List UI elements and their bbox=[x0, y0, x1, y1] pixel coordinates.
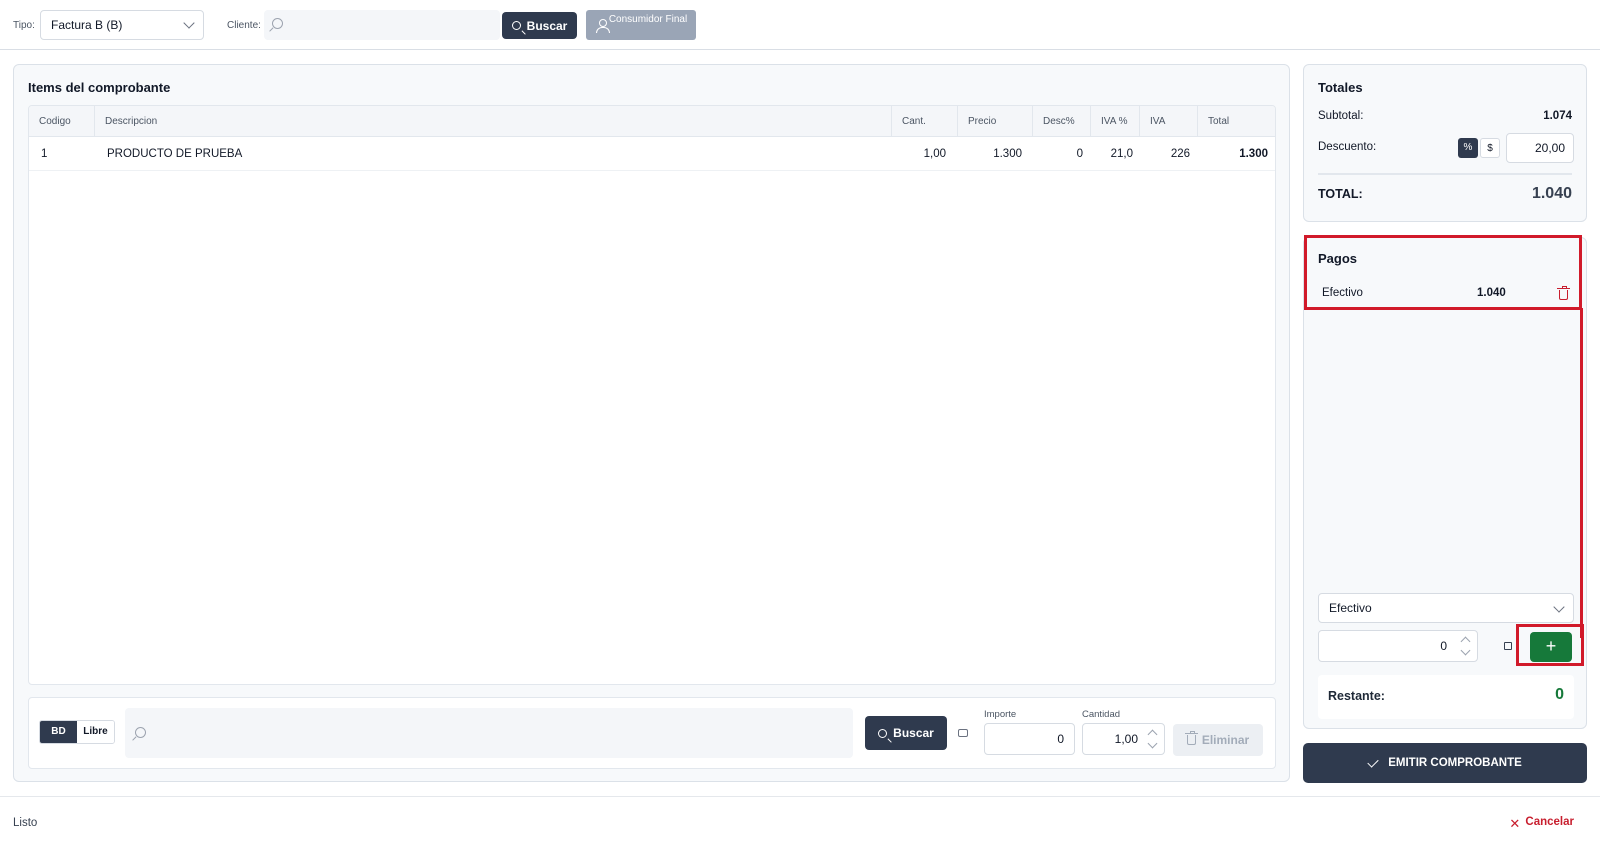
descuento-mode-toggle[interactable]: % $ bbox=[1458, 138, 1500, 158]
cell-descripcion: PRODUCTO DE PRUEBA bbox=[107, 148, 243, 160]
monto-pago-value: 0 bbox=[1440, 639, 1447, 653]
descuento-label: Descuento: bbox=[1318, 141, 1377, 153]
product-search-input[interactable] bbox=[125, 708, 853, 758]
scan-icon[interactable] bbox=[958, 729, 968, 737]
emitir-comprobante-button[interactable]: EMITIR COMPROBANTE bbox=[1303, 743, 1587, 783]
monto-pago-stepper[interactable]: 0 bbox=[1318, 630, 1478, 662]
col-iva-pct[interactable]: IVA % bbox=[1091, 106, 1140, 137]
items-title: Items del comprobante bbox=[28, 80, 171, 95]
importe-input[interactable]: 0 bbox=[984, 723, 1075, 755]
highlight-box-pagos bbox=[1304, 235, 1582, 310]
search-icon bbox=[135, 727, 146, 738]
user-icon bbox=[596, 19, 610, 33]
consumidor-final-button[interactable]: Consumidor Final bbox=[586, 10, 696, 40]
total-row: TOTAL: 1.040 bbox=[1318, 185, 1572, 202]
table-row[interactable]: 1 PRODUCTO DE PRUEBA 1,00 1.300 0 21,0 2… bbox=[29, 137, 1275, 171]
restante-value: 0 bbox=[1555, 686, 1564, 703]
subtotal-value: 1.074 bbox=[1543, 110, 1572, 122]
descuento-input[interactable]: 20,00 bbox=[1506, 133, 1574, 163]
items-table: Codigo Descripcion Cant. Precio Desc% IV… bbox=[28, 105, 1276, 685]
cell-iva-pct: 21,0 bbox=[1110, 148, 1133, 160]
col-total[interactable]: Total bbox=[1198, 106, 1275, 137]
items-panel: Items del comprobante Codigo Descripcion… bbox=[13, 64, 1290, 782]
source-toggle[interactable]: BD Libre bbox=[39, 720, 115, 744]
tipo-select[interactable]: Factura B (B) bbox=[40, 10, 204, 40]
cell-total: 1.300 bbox=[1239, 148, 1268, 160]
tipo-select-value: Factura B (B) bbox=[51, 18, 123, 32]
cancelar-label: Cancelar bbox=[1525, 816, 1574, 828]
source-bd-option[interactable]: BD bbox=[40, 721, 77, 743]
cantidad-label: Cantidad bbox=[1082, 709, 1121, 720]
restante-label: Restante: bbox=[1328, 689, 1385, 703]
restante-row: Restante: 0 bbox=[1318, 675, 1574, 719]
status-bar: Listo ✕ Cancelar bbox=[0, 796, 1600, 846]
cell-desc: 0 bbox=[1076, 148, 1083, 160]
descuento-percent-option[interactable]: % bbox=[1458, 138, 1478, 158]
cantidad-value: 1,00 bbox=[1114, 732, 1138, 746]
metodo-pago-value: Efectivo bbox=[1329, 601, 1372, 615]
pagos-panel: Pagos Efectivo 1.040 Efectivo 0 + Restan… bbox=[1303, 235, 1587, 729]
emitir-label: EMITIR COMPROBANTE bbox=[1388, 757, 1522, 769]
product-buscar-label: Buscar bbox=[893, 726, 934, 740]
cliente-buscar-button[interactable]: Buscar bbox=[502, 12, 577, 39]
top-bar: Tipo: Factura B (B) Cliente: Buscar Cons… bbox=[0, 0, 1600, 50]
col-cant[interactable]: Cant. bbox=[892, 106, 958, 137]
col-precio[interactable]: Precio bbox=[958, 106, 1033, 137]
search-icon bbox=[511, 21, 521, 30]
importe-label: Importe bbox=[984, 709, 1017, 720]
product-buscar-button[interactable]: Buscar bbox=[865, 716, 947, 750]
cliente-search-input[interactable] bbox=[264, 10, 500, 40]
highlight-box-add bbox=[1516, 624, 1584, 666]
cell-iva: 226 bbox=[1170, 148, 1190, 160]
totales-title: Totales bbox=[1318, 80, 1363, 95]
subtotal-label: Subtotal: bbox=[1318, 110, 1364, 122]
chevron-down-icon[interactable] bbox=[1460, 645, 1471, 656]
metodo-pago-select[interactable]: Efectivo bbox=[1318, 593, 1574, 623]
chevron-down-icon bbox=[183, 17, 195, 29]
tipo-label: Tipo: bbox=[13, 20, 35, 31]
eliminar-button[interactable]: Eliminar bbox=[1173, 724, 1263, 756]
total-label: TOTAL: bbox=[1318, 187, 1363, 201]
trash-icon bbox=[1184, 731, 1198, 745]
item-entry-bar: BD Libre Buscar Importe 0 Cantidad 1,00 … bbox=[28, 697, 1276, 769]
col-iva[interactable]: IVA bbox=[1140, 106, 1198, 137]
items-table-header: Codigo Descripcion Cant. Precio Desc% IV… bbox=[29, 106, 1275, 137]
check-icon bbox=[1367, 755, 1379, 768]
chevron-down-icon[interactable] bbox=[1147, 738, 1158, 749]
cell-precio: 1.300 bbox=[993, 148, 1022, 160]
total-value: 1.040 bbox=[1531, 185, 1572, 202]
cliente-buscar-label: Buscar bbox=[526, 18, 568, 33]
chevron-down-icon bbox=[1553, 601, 1565, 613]
subtotal-row: Subtotal: 1.074 bbox=[1318, 110, 1572, 122]
col-codigo[interactable]: Codigo bbox=[29, 106, 95, 137]
eliminar-label: Eliminar bbox=[1201, 733, 1250, 747]
source-libre-option[interactable]: Libre bbox=[77, 721, 114, 743]
cantidad-stepper[interactable]: 1,00 bbox=[1082, 723, 1165, 755]
cell-cant: 1,00 bbox=[923, 148, 946, 160]
status-text: Listo bbox=[13, 817, 38, 829]
highlight-connector bbox=[1580, 308, 1583, 638]
col-desc[interactable]: Desc% bbox=[1033, 106, 1091, 137]
descuento-amount-option[interactable]: $ bbox=[1480, 138, 1500, 158]
cell-codigo: 1 bbox=[41, 148, 48, 160]
divider bbox=[1318, 173, 1572, 175]
cliente-label: Cliente: bbox=[227, 20, 261, 31]
totales-panel: Totales Subtotal: 1.074 Descuento: % $ 2… bbox=[1303, 64, 1587, 222]
col-descripcion[interactable]: Descripcion bbox=[95, 106, 892, 137]
checkbox[interactable] bbox=[1504, 642, 1512, 650]
search-icon bbox=[272, 18, 283, 29]
close-icon: ✕ bbox=[1509, 816, 1521, 831]
consumidor-final-label: Consumidor Final bbox=[608, 14, 688, 25]
search-icon bbox=[878, 728, 888, 738]
cancelar-button[interactable]: ✕ Cancelar bbox=[1509, 816, 1574, 831]
